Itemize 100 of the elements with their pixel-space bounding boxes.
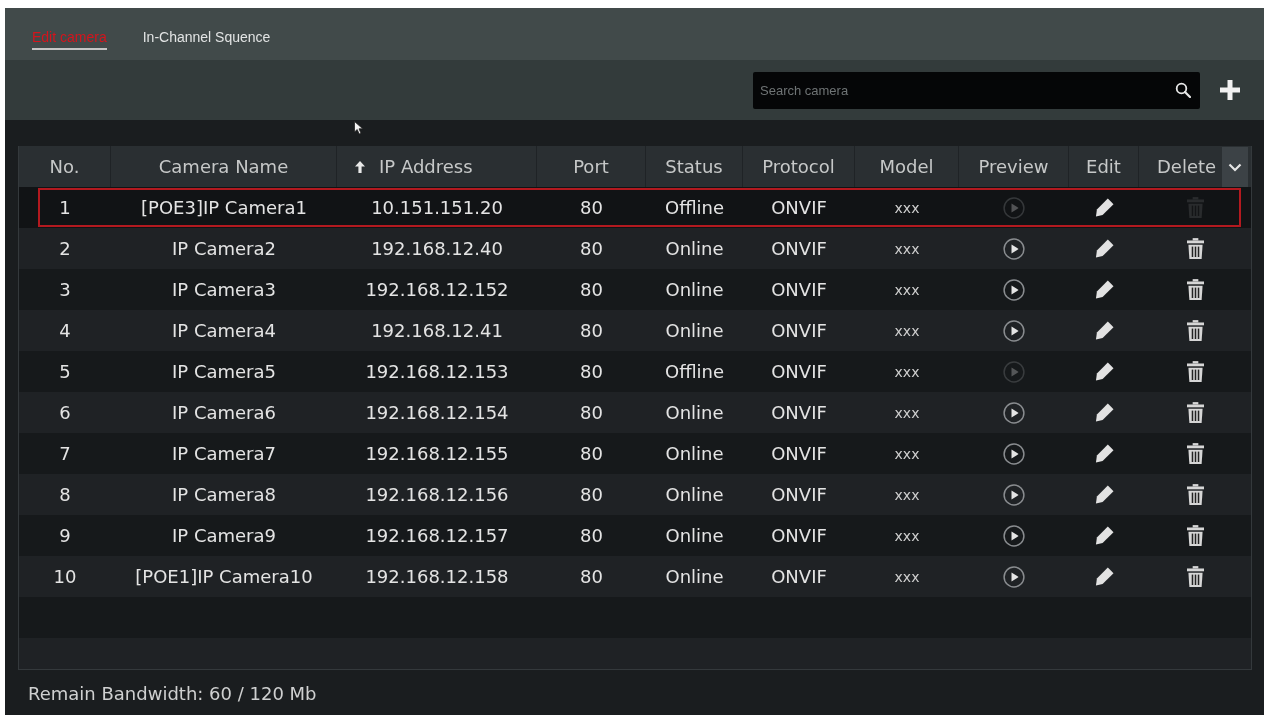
pencil-icon[interactable]	[1094, 198, 1114, 217]
table-cell: 3	[59, 279, 71, 300]
pencil-icon[interactable]	[1094, 526, 1114, 545]
search-icon[interactable]	[1175, 81, 1191, 98]
table-cell: xxx	[894, 240, 920, 257]
trash-icon[interactable]	[1187, 484, 1204, 505]
table-cell: xxx	[894, 445, 920, 462]
play-icon[interactable]	[1003, 319, 1025, 342]
table-cell: 4	[59, 320, 71, 341]
bandwidth-status: Remain Bandwidth: 60 / 120 Mb	[27, 682, 318, 704]
play-icon[interactable]	[1003, 278, 1025, 301]
pencil-icon[interactable]	[1094, 485, 1114, 504]
pencil-icon[interactable]	[1094, 239, 1114, 258]
caret-down-icon[interactable]	[1222, 146, 1249, 187]
table-cell: IP Camera5	[172, 361, 276, 382]
trash-icon[interactable]	[1187, 361, 1204, 382]
table-row[interactable]: 9 IP Camera9 192.168.12.157 80 Online ONVIF xxx	[19, 515, 1251, 556]
table-cell: ONVIF	[771, 566, 827, 587]
table-cell: Online	[665, 443, 724, 464]
table-row[interactable]: 2 IP Camera2 192.168.12.40 80 Online ONVIF xxx	[19, 228, 1251, 269]
table-cell: IP Camera6	[172, 402, 276, 423]
table-row[interactable]: 1 [POE3]IP Camera1 10.151.151.20 80 Offline ONVIF xxx	[19, 187, 1251, 228]
table-cell: Online	[665, 238, 724, 259]
table-cell: 80	[580, 566, 603, 587]
table-row[interactable]: 4 IP Camera4 192.168.12.41 80 Online ONVIF xxx	[19, 310, 1251, 351]
table-cell: 192.168.12.40	[371, 238, 503, 259]
table-cell: 80	[580, 320, 603, 341]
table-cell: IP Camera2	[172, 238, 276, 259]
table-cell: 80	[580, 279, 603, 300]
trash-icon[interactable]	[1187, 402, 1204, 423]
table-cell: 192.168.12.153	[365, 361, 509, 382]
table-cell: 192.168.12.154	[365, 402, 509, 423]
trash-icon[interactable]	[1187, 443, 1204, 464]
trash-icon[interactable]	[1187, 525, 1204, 546]
play-icon[interactable]	[1003, 565, 1025, 588]
table-row[interactable]: 10 [POE1]IP Camera10 192.168.12.158 80 Online ONVIF xxx	[19, 556, 1251, 597]
table-row[interactable]: 3 IP Camera3 192.168.12.152 80 Online ONVIF xxx	[19, 269, 1251, 310]
table-cell: IP Camera9	[172, 525, 276, 546]
table-row[interactable]: 8 IP Camera8 192.168.12.156 80 Online ONVIF xxx	[19, 474, 1251, 515]
table-cell: IP Camera3	[172, 279, 276, 300]
table-cell: 9	[59, 525, 71, 546]
table-cell: ONVIF	[771, 525, 827, 546]
trash-icon[interactable]	[1187, 238, 1204, 259]
table-cell: ONVIF	[771, 320, 827, 341]
table-cell: ONVIF	[771, 402, 827, 423]
table-cell: 192.168.12.152	[365, 279, 509, 300]
table-cell: 192.168.12.155	[365, 443, 509, 464]
table-cell: Offline	[664, 197, 725, 218]
pencil-icon[interactable]	[1094, 362, 1114, 381]
play-icon[interactable]	[1003, 442, 1025, 465]
table-cell: Offline	[664, 361, 725, 382]
table-cell: [POE1]IP Camera10	[135, 566, 313, 587]
table-cell: xxx	[894, 404, 920, 421]
table-cell: 5	[59, 361, 71, 382]
table-cell: 80	[580, 238, 603, 259]
table-cell: 80	[580, 402, 603, 423]
pencil-icon[interactable]	[1094, 444, 1114, 463]
pencil-icon[interactable]	[1094, 567, 1114, 586]
table-cell: [POE3]IP Camera1	[141, 197, 307, 218]
table-row[interactable]: 6 IP Camera6 192.168.12.154 80 Online ONVIF xxx	[19, 392, 1251, 433]
search-field[interactable]: Search camera	[753, 71, 1200, 109]
table-cell: 80	[580, 525, 603, 546]
table-cell: 80	[580, 197, 603, 218]
table-cell: Online	[665, 525, 724, 546]
mouse-pointer-icon	[354, 121, 364, 135]
table-cell: Online	[665, 566, 724, 587]
trash-icon[interactable]	[1187, 279, 1204, 300]
table-cell: ONVIF	[771, 484, 827, 505]
table-cell: 10.151.151.20	[371, 197, 503, 218]
play-icon[interactable]	[1003, 401, 1025, 424]
table-row[interactable]: 7 IP Camera7 192.168.12.155 80 Online ONVIF xxx	[19, 433, 1251, 474]
pencil-icon[interactable]	[1094, 403, 1114, 422]
play-icon[interactable]	[1003, 524, 1025, 547]
pencil-icon[interactable]	[1094, 321, 1114, 340]
trash-icon[interactable]	[1187, 566, 1204, 587]
table-cell: 10	[53, 566, 77, 587]
pencil-icon[interactable]	[1094, 280, 1114, 299]
table-cell: xxx	[894, 363, 920, 380]
table-cell: 192.168.12.157	[365, 525, 509, 546]
table-cell: 1	[59, 197, 71, 218]
table-cell: 80	[580, 361, 603, 382]
table-cell: IP Camera7	[172, 443, 276, 464]
table-cell: Online	[665, 279, 724, 300]
trash-icon[interactable]	[1187, 320, 1204, 341]
table-cell: Online	[665, 484, 724, 505]
table-cell: xxx	[894, 322, 920, 339]
table-row[interactable]: 5 IP Camera5 192.168.12.153 80 Offline ONVIF xxx	[19, 351, 1251, 392]
play-icon[interactable]	[1003, 483, 1025, 506]
column-header[interactable]: Delete	[1139, 146, 1252, 187]
table-cell: xxx	[894, 199, 920, 216]
table-cell: ONVIF	[771, 443, 827, 464]
table-cell: IP Camera4	[172, 320, 276, 341]
table-cell: 2	[59, 238, 71, 259]
plus-icon[interactable]	[1220, 80, 1240, 100]
play-icon[interactable]	[1003, 237, 1025, 260]
table-cell: ONVIF	[771, 197, 827, 218]
table-cell: ONVIF	[771, 238, 827, 259]
tab[interactable]: In-Channel Squence	[142, 22, 271, 50]
table-cell: Online	[665, 320, 724, 341]
table-cell: 80	[580, 484, 603, 505]
